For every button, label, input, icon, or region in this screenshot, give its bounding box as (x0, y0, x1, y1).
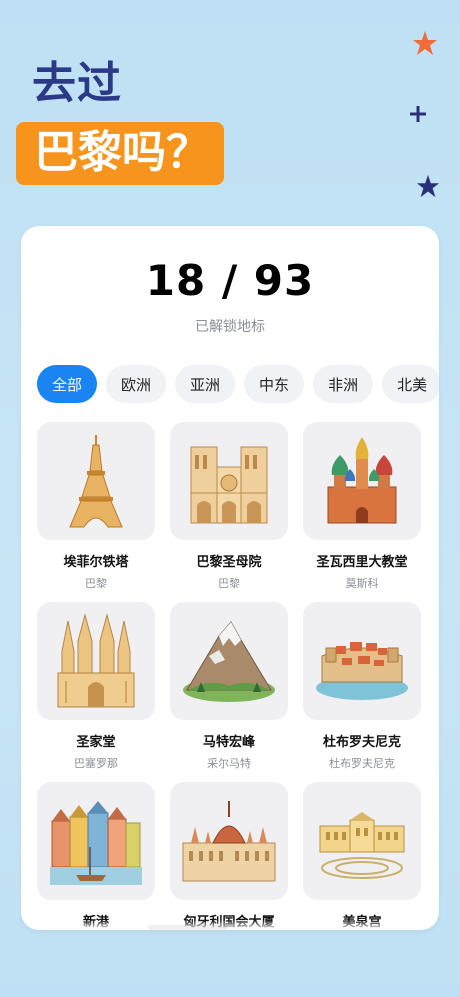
landmark-thumb (170, 602, 288, 720)
landmark-city: 莫斯科 (345, 577, 379, 590)
dubrovnik-icon (316, 642, 408, 700)
schonbrunn-palace-icon (319, 812, 405, 879)
tab-north-america[interactable]: 北美 (382, 365, 439, 403)
unlocked-label: 已解锁地标 (195, 319, 265, 335)
landmark-thumb (37, 602, 155, 720)
tab-middle-east[interactable]: 中东 (244, 365, 305, 403)
matterhorn-icon (183, 621, 275, 702)
landmark-name: 杜布罗夫尼克 (322, 735, 401, 750)
plus-icon-navy (410, 106, 426, 122)
landmark-card[interactable]: 杜布罗夫尼克 杜布罗夫尼克 (303, 602, 421, 771)
landmark-card[interactable]: 巴黎圣母院 巴黎 (170, 422, 288, 591)
landmark-card[interactable]: 圣瓦西里大教堂 莫斯科 (303, 422, 421, 591)
landmark-city: 巴黎 (218, 577, 240, 590)
st-basils-cathedral-icon (327, 437, 397, 524)
eiffel-tower-icon (69, 435, 123, 528)
landmark-thumb (170, 782, 288, 900)
star-icon-navy (416, 174, 440, 198)
nyhavn-icon (50, 801, 142, 885)
landmark-card[interactable]: 马特宏峰 采尔马特 (170, 602, 288, 771)
landmark-thumb (37, 782, 155, 900)
landmarks-card: 18 / 93 已解锁地标 全部 欧洲 亚洲 中东 非洲 北美 埃菲尔铁塔 巴黎 (21, 226, 439, 930)
tab-africa[interactable]: 非洲 (313, 365, 374, 403)
sagrada-familia-icon (57, 613, 135, 708)
region-tabs: 全部 欧洲 亚洲 中东 非洲 北美 (37, 365, 439, 403)
landmark-name: 圣家堂 (76, 735, 116, 750)
landmark-thumb (303, 422, 421, 540)
landmark-city: 采尔马特 (207, 757, 251, 770)
headline-line1: 去过 (32, 58, 122, 109)
landmark-card[interactable]: 匈牙利国会大厦 (170, 782, 288, 930)
landmark-name: 巴黎圣母院 (196, 555, 262, 570)
landmark-thumb (303, 782, 421, 900)
notre-dame-icon (190, 446, 268, 524)
landmark-name: 马特宏峰 (202, 735, 255, 750)
headline-banner: 巴黎吗？ (16, 122, 224, 185)
landmark-city: 巴塞罗那 (74, 757, 118, 770)
scroll-fade (21, 920, 439, 930)
tab-all[interactable]: 全部 (37, 365, 98, 403)
hungarian-parliament-icon (182, 801, 276, 882)
landmark-name: 埃菲尔铁塔 (63, 555, 129, 570)
landmark-card[interactable]: 圣家堂 巴塞罗那 (37, 602, 155, 771)
tab-asia[interactable]: 亚洲 (175, 365, 236, 403)
landmark-card[interactable]: 埃菲尔铁塔 巴黎 (37, 422, 155, 591)
landmark-thumb (37, 422, 155, 540)
landmark-name: 圣瓦西里大教堂 (316, 555, 408, 570)
headline: 去过 巴黎吗？ (16, 58, 224, 185)
landmark-card[interactable]: 美泉宫 (303, 782, 421, 930)
star-icon-orange (413, 31, 437, 55)
unlocked-count: 18 / 93 (145, 256, 315, 305)
tab-europe[interactable]: 欧洲 (106, 365, 167, 403)
landmark-city: 杜布罗夫尼克 (329, 757, 395, 770)
landmark-thumb (170, 422, 288, 540)
landmark-thumb (303, 602, 421, 720)
scroll-indicator (148, 925, 228, 930)
landmark-city: 巴黎 (85, 577, 107, 590)
landmark-card[interactable]: 新港 (37, 782, 155, 930)
